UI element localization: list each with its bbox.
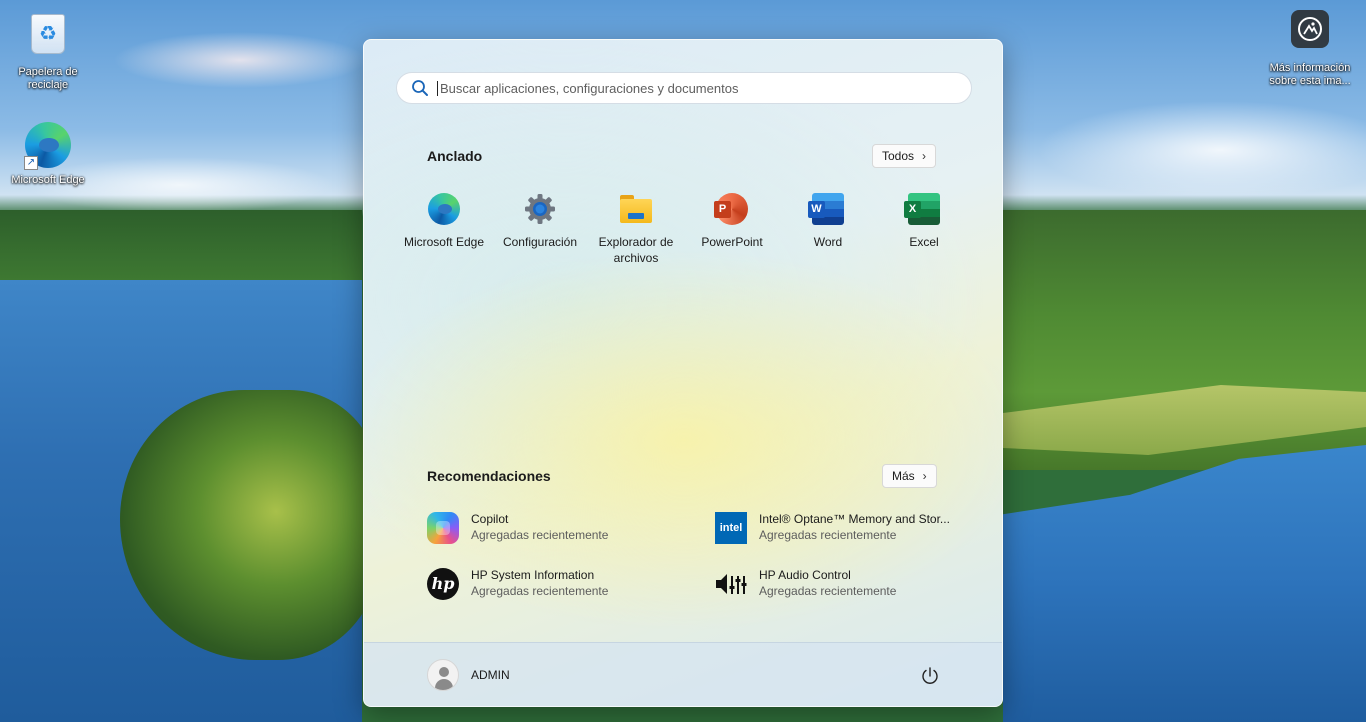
pinned-app-file-explorer[interactable]: Explorador de archivos	[588, 190, 684, 266]
excel-icon: X	[904, 193, 940, 225]
shortcut-arrow-icon: ↗	[24, 156, 38, 170]
info-camera-icon	[1286, 10, 1334, 58]
avatar-head-icon	[439, 667, 449, 677]
recommended-section-title: Recomendaciones	[427, 468, 551, 484]
user-name[interactable]: ADMIN	[471, 668, 510, 682]
pinned-app-label: Word	[813, 235, 843, 249]
hp-icon: hp	[427, 568, 459, 600]
more-recommendations-button[interactable]: Más ›	[882, 464, 937, 488]
power-icon	[922, 667, 938, 684]
pinned-section-title: Anclado	[427, 148, 483, 164]
desktop-icon-more-info[interactable]: Más información sobre esta ima...	[1262, 10, 1358, 88]
user-avatar[interactable]	[427, 659, 459, 691]
recommended-item-subtitle: Agregadas recientemente	[471, 584, 609, 598]
recycle-bin-icon: ♻	[24, 14, 72, 62]
pinned-app-label: Microsoft Edge	[403, 235, 485, 249]
pinned-app-word[interactable]: W Word	[780, 190, 876, 250]
recommended-item-hp-system-information[interactable]: hp HP System Information Agregadas recie…	[427, 566, 687, 602]
chevron-right-icon: ›	[922, 469, 927, 483]
pinned-app-label: PowerPoint	[701, 235, 763, 249]
desktop-icon-recycle-bin[interactable]: ♻ Papelera de reciclaje	[2, 8, 94, 92]
recommended-item-name: HP Audio Control	[759, 568, 851, 582]
pinned-app-powerpoint[interactable]: P PowerPoint	[684, 190, 780, 250]
pinned-app-edge[interactable]: Microsoft Edge	[396, 190, 492, 250]
recommended-item-subtitle: Agregadas recientemente	[759, 584, 897, 598]
all-apps-button[interactable]: Todos ›	[872, 144, 937, 168]
avatar-body-icon	[435, 679, 453, 690]
pinned-app-excel[interactable]: X Excel	[876, 190, 972, 250]
edge-icon: ↗	[24, 122, 72, 170]
search-icon	[412, 80, 428, 96]
gear-icon	[524, 193, 556, 225]
all-apps-button-label: Todos	[882, 149, 915, 163]
pinned-app-label: Excel	[909, 235, 939, 249]
recommended-item-copilot[interactable]: Copilot Agregadas recientemente	[427, 510, 687, 546]
start-menu: Anclado Todos › Microsoft Edge	[363, 39, 1003, 707]
pinned-app-label: Configuración	[502, 235, 578, 249]
intel-icon: intel	[715, 512, 747, 544]
recommended-item-intel-optane[interactable]: intel Intel® Optane™ Memory and Stor... …	[715, 510, 965, 546]
copilot-icon	[427, 512, 459, 544]
recommended-item-name: HP System Information	[471, 568, 595, 582]
desktop-icon-label: Microsoft Edge	[11, 174, 85, 186]
recommended-item-name: Intel® Optane™ Memory and Stor...	[759, 512, 950, 526]
more-button-label: Más	[892, 469, 915, 483]
folder-icon	[620, 193, 652, 225]
recommended-item-subtitle: Agregadas recientemente	[471, 528, 609, 542]
pinned-app-label: Explorador de archivos	[598, 235, 674, 265]
recommended-item-hp-audio-control[interactable]: HP Audio Control Agregadas recientemente	[715, 566, 965, 602]
word-icon: W	[808, 193, 844, 225]
chevron-right-icon: ›	[922, 149, 927, 163]
search-input[interactable]	[437, 80, 937, 96]
audio-control-icon	[715, 568, 747, 600]
power-button[interactable]	[919, 665, 941, 687]
wallpaper-left-forest	[0, 210, 362, 285]
pinned-app-settings[interactable]: Configuración	[492, 190, 588, 250]
edge-icon	[428, 193, 460, 225]
desktop-icon-edge[interactable]: ↗ Microsoft Edge	[2, 122, 94, 187]
recommended-item-name: Copilot	[471, 512, 509, 526]
recommended-item-subtitle: Agregadas recientemente	[759, 528, 897, 542]
powerpoint-icon: P	[714, 193, 748, 225]
desktop-icon-label: Papelera de reciclaje	[18, 66, 78, 91]
search-bar[interactable]	[396, 72, 972, 104]
start-menu-footer: ADMIN	[364, 642, 1002, 706]
desktop-icon-label: Más información sobre esta ima...	[1269, 62, 1351, 87]
